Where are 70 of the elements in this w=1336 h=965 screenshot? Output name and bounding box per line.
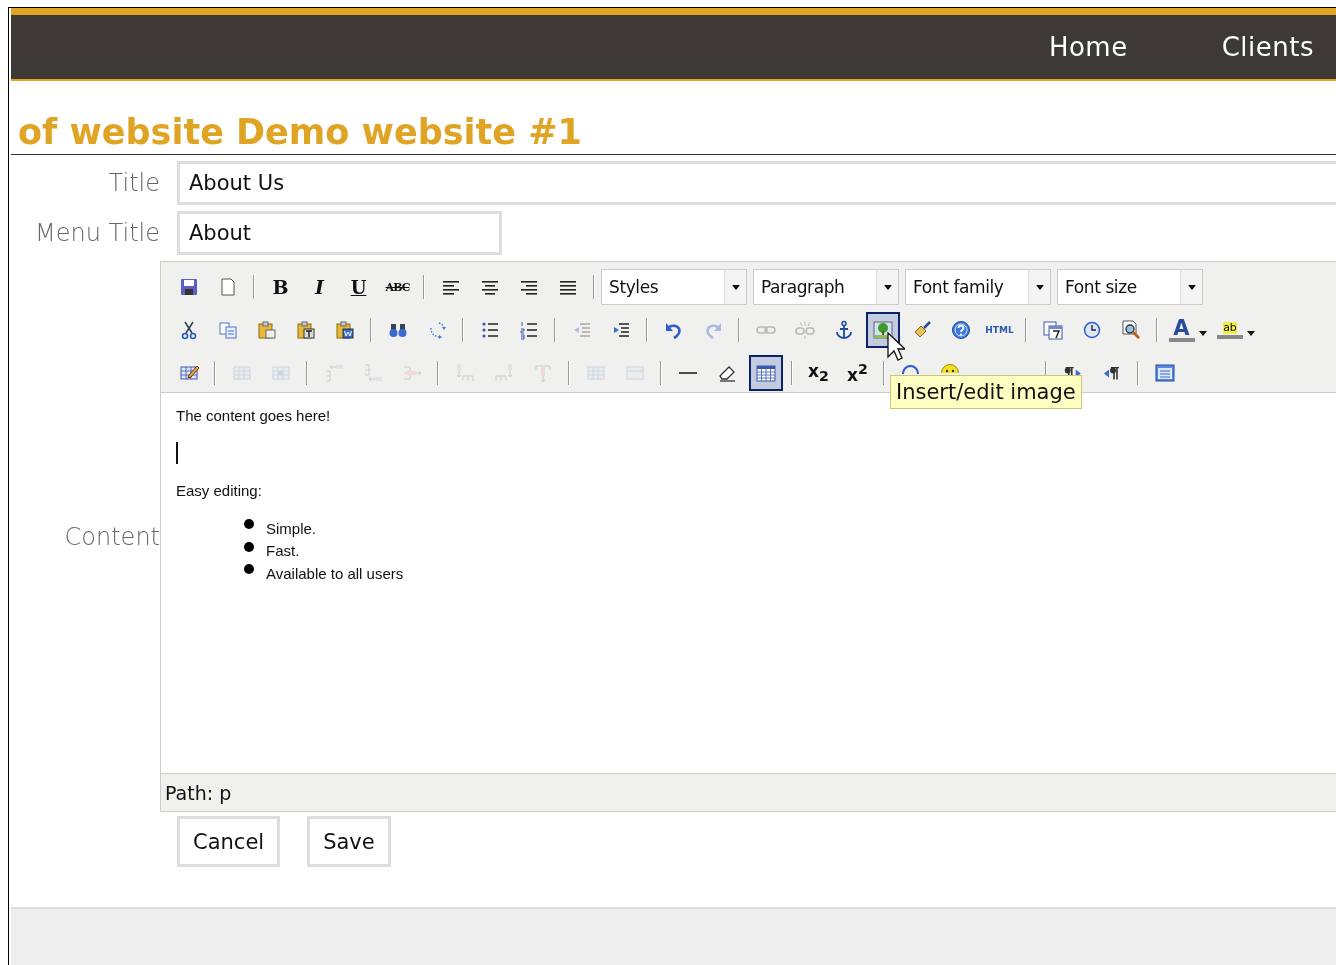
row-insert-icon xyxy=(362,363,383,383)
element-path: Path: p xyxy=(161,773,1336,811)
caret-icon xyxy=(731,284,740,290)
text-field[interactable]: About Us xyxy=(177,161,1336,205)
insert-table-button[interactable] xyxy=(748,355,783,391)
paragraph-arrow-icon xyxy=(1103,366,1120,380)
italic-button[interactable]: I xyxy=(302,269,337,305)
caret-icon[interactable] xyxy=(1198,330,1207,336)
paragraph-text: The content goes here! xyxy=(176,407,332,424)
bullet-icon xyxy=(244,519,254,530)
page-heading: of website Demo website #1 xyxy=(11,111,1336,155)
table-grid-icon xyxy=(585,363,606,383)
field-label: Menu Title xyxy=(34,219,160,247)
nav-link[interactable]: Home xyxy=(1048,32,1128,62)
bullet-icon xyxy=(244,541,254,552)
table-icon xyxy=(755,363,776,383)
text-cursor xyxy=(176,442,178,464)
nav-link[interactable]: Clients xyxy=(1221,32,1314,62)
calendar-icon xyxy=(1042,320,1063,340)
column-insert-icon xyxy=(493,363,514,383)
clipboard-icon xyxy=(256,320,277,340)
table-cell-icon xyxy=(270,363,291,383)
broken-chain-icon xyxy=(794,320,815,340)
horizontal-line-icon xyxy=(677,372,698,374)
clipboard-icon xyxy=(334,320,355,340)
form-button[interactable]: Save xyxy=(307,816,391,867)
table-pencil-icon xyxy=(178,363,199,383)
mouse-pointer-icon xyxy=(887,332,905,362)
magnifier-page-icon xyxy=(1120,320,1141,340)
help-icon xyxy=(950,320,971,340)
caret-icon xyxy=(1035,284,1044,290)
form-button[interactable]: Cancel xyxy=(177,816,281,867)
dropdown-select[interactable]: Paragraph xyxy=(753,269,899,305)
window-icon xyxy=(1154,363,1175,383)
clipboard-icon xyxy=(295,320,316,340)
tooltip: Insert/edit image xyxy=(890,375,1082,409)
text-field[interactable]: About xyxy=(177,211,502,255)
table-row-icon xyxy=(231,363,252,383)
list-item-text: Available to all users xyxy=(266,564,404,582)
html-source-button[interactable]: HTML xyxy=(982,312,1017,348)
anchor-icon xyxy=(833,320,854,340)
caret-icon xyxy=(883,284,892,290)
row-delete-icon xyxy=(401,363,422,383)
picture-icon xyxy=(872,320,893,340)
table-grid-icon xyxy=(624,363,645,383)
dropdown-select[interactable]: Font family xyxy=(905,269,1051,305)
copy-icon xyxy=(217,320,238,340)
bullet-icon xyxy=(244,564,254,575)
column-insert-icon xyxy=(454,363,475,383)
underline-button[interactable]: U xyxy=(341,269,376,305)
clock-icon xyxy=(1081,320,1102,340)
dropdown-select[interactable]: Font size xyxy=(1057,269,1203,305)
field-label: Content xyxy=(63,522,160,551)
column-delete-icon xyxy=(532,363,553,383)
caret-icon xyxy=(1187,284,1196,290)
dropdown-select[interactable]: Styles xyxy=(601,269,747,305)
list-item-text: Simple. xyxy=(266,519,317,537)
smiley-icon xyxy=(940,364,959,373)
bold-button[interactable]: B xyxy=(263,269,298,305)
field-label: Title xyxy=(107,169,160,197)
caret-icon[interactable] xyxy=(1247,330,1255,336)
row-insert-icon xyxy=(323,363,344,383)
subscript-button[interactable]: x$_{2}$ xyxy=(801,355,836,391)
paragraph-text: Easy editing: xyxy=(176,482,263,499)
highlight-color-button[interactable]: ab xyxy=(1215,312,1245,348)
strikethrough-button[interactable]: ABC xyxy=(380,269,415,305)
text-color-button[interactable]: A xyxy=(1166,312,1197,348)
superscript-button[interactable]: x$^{2}$ xyxy=(840,355,875,391)
list-item-text: Fast. xyxy=(266,542,300,560)
numbered-list-icon xyxy=(518,320,539,340)
